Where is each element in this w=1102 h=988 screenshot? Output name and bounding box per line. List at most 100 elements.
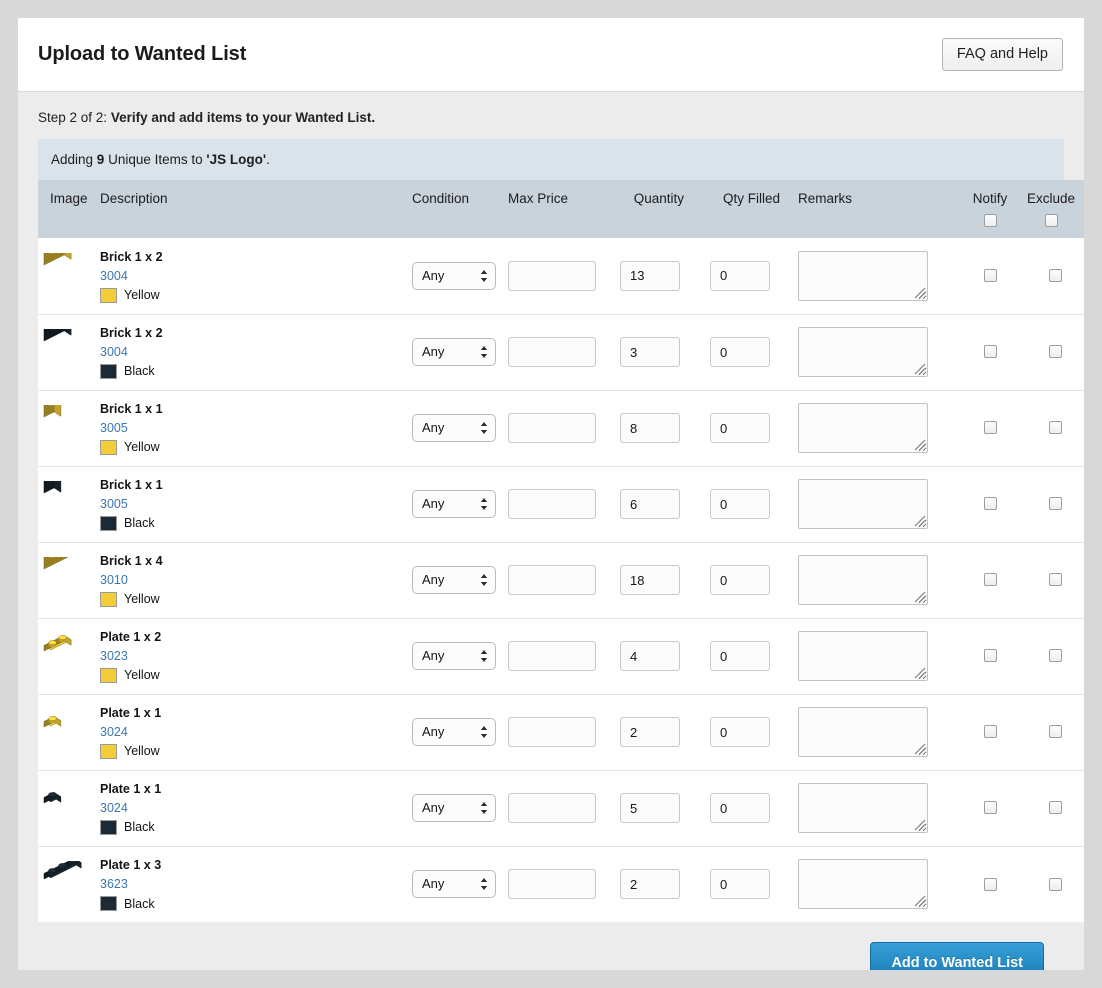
condition-select-wrap: Any [412,642,496,670]
qty-filled-input[interactable] [710,489,770,519]
remarks-textarea[interactable] [798,327,928,377]
part-number-link[interactable]: 3024 [100,722,128,742]
quantity-input[interactable] [620,489,680,519]
part-number-link[interactable]: 3023 [100,646,128,666]
qty-filled-input[interactable] [710,413,770,443]
quantity-input[interactable] [620,337,680,367]
exclude-select-all-checkbox[interactable] [1044,213,1058,227]
exclude-checkbox[interactable] [1048,497,1062,511]
notice-list-name: 'JS Logo' [206,152,267,167]
remarks-wrap [798,555,928,605]
condition-select[interactable]: Any [412,718,496,746]
color-swatch [100,819,117,835]
remarks-textarea[interactable] [798,403,928,453]
exclude-checkbox[interactable] [1048,649,1062,663]
remarks-textarea[interactable] [798,479,928,529]
notify-checkbox[interactable] [983,877,997,891]
remarks-textarea[interactable] [798,783,928,833]
condition-select[interactable]: Any [412,870,496,899]
exclude-checkbox[interactable] [1048,877,1062,891]
notify-select-all-wrap [958,212,1022,227]
condition-select[interactable]: Any [412,338,496,366]
max-price-input[interactable] [508,793,596,823]
remarks-textarea[interactable] [798,555,928,605]
max-price-input[interactable] [508,413,596,443]
qty-filled-input[interactable] [710,793,770,823]
part-number-link[interactable]: 3005 [100,494,128,514]
qty-filled-input[interactable] [710,641,770,671]
exclude-checkbox[interactable] [1048,345,1062,359]
max-price-input[interactable] [508,565,596,595]
faq-and-help-button[interactable]: FAQ and Help [941,37,1063,72]
notify-checkbox[interactable] [983,725,997,739]
max-price-input[interactable] [508,869,596,900]
part-number-link[interactable]: 3004 [100,266,128,286]
exclude-checkbox[interactable] [1048,269,1062,283]
remarks-textarea[interactable] [798,707,928,757]
notify-checkbox[interactable] [983,573,997,587]
quantity-input[interactable] [620,413,680,443]
row-quantity-cell [620,846,710,922]
row-exclude-cell [1022,466,1084,542]
quantity-input[interactable] [620,869,680,900]
max-price-input[interactable] [508,260,596,291]
part-image [38,861,96,907]
color-swatch [100,591,117,607]
quantity-input[interactable] [620,565,680,595]
part-number-link[interactable]: 3024 [100,798,128,818]
notify-select-all-checkbox[interactable] [983,213,997,227]
max-price-input[interactable] [508,489,596,519]
condition-select[interactable]: Any [412,261,496,290]
condition-select[interactable]: Any [412,642,496,670]
exclude-checkbox[interactable] [1048,573,1062,587]
notify-checkbox[interactable] [983,345,997,359]
row-condition-cell: Any [412,694,508,770]
notify-checkbox[interactable] [983,649,997,663]
qty-filled-input[interactable] [710,869,770,900]
qty-filled-input[interactable] [710,260,770,291]
part-name: Brick 1 x 1 [100,478,163,493]
max-price-input[interactable] [508,641,596,671]
row-description-cell: Plate 1 x 2 3023 Yellow [100,618,412,694]
condition-select[interactable]: Any [412,490,496,518]
quantity-input[interactable] [620,793,680,823]
part-number-link[interactable]: 3010 [100,570,128,590]
remarks-textarea[interactable] [798,250,928,301]
row-description-cell: Brick 1 x 2 3004 Black [100,314,412,390]
condition-select[interactable]: Any [412,566,496,594]
row-max-price-cell [508,238,620,314]
notify-checkbox[interactable] [983,801,997,815]
quantity-input[interactable] [620,717,680,747]
remarks-textarea[interactable] [798,859,928,910]
remarks-textarea[interactable] [798,631,928,681]
part-image [38,481,96,527]
remarks-wrap [798,327,928,377]
qty-filled-input[interactable] [710,565,770,595]
wanted-items-table: Image Description Condition Max Price Qu… [38,180,1084,922]
color-swatch [100,515,117,531]
notice-mid: Unique Items to [104,152,207,167]
part-number-link[interactable]: 3005 [100,418,128,438]
qty-filled-input[interactable] [710,337,770,367]
quantity-input[interactable] [620,260,680,291]
part-number-link[interactable]: 3623 [100,874,128,894]
part-color: Black [100,896,412,912]
column-header-qty-filled: Qty Filled [710,180,798,238]
exclude-checkbox[interactable] [1048,725,1062,739]
part-name: Plate 1 x 1 [100,706,162,721]
part-number-link[interactable]: 3004 [100,342,128,362]
row-notify-cell [958,314,1022,390]
color-name: Yellow [124,668,160,683]
quantity-input[interactable] [620,641,680,671]
add-to-wanted-list-button[interactable]: Add to Wanted List [870,942,1044,970]
notify-checkbox[interactable] [983,269,997,283]
condition-select[interactable]: Any [412,794,496,822]
max-price-input[interactable] [508,717,596,747]
exclude-checkbox[interactable] [1048,801,1062,815]
qty-filled-input[interactable] [710,717,770,747]
condition-select[interactable]: Any [412,414,496,442]
exclude-checkbox[interactable] [1048,421,1062,435]
notify-checkbox[interactable] [983,497,997,511]
max-price-input[interactable] [508,337,596,367]
notify-checkbox[interactable] [983,421,997,435]
